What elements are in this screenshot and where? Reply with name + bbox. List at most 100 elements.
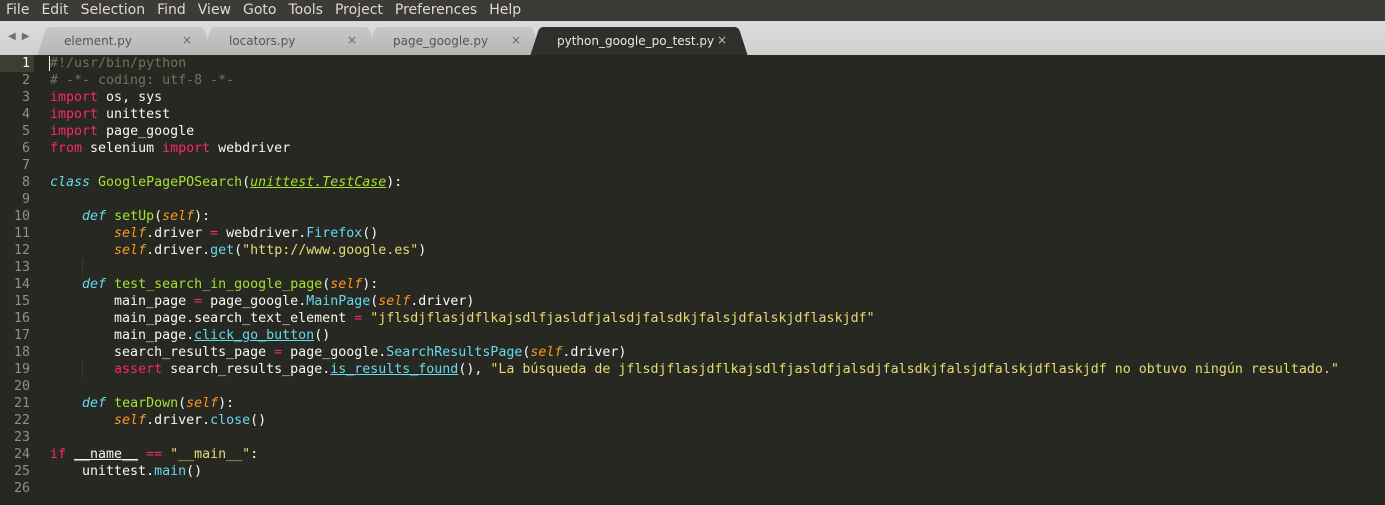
menu-item-tools[interactable]: Tools [282,0,329,21]
line-number: 21 [13,396,30,411]
code-line[interactable]: 23 [0,429,1385,446]
code-line[interactable]: 21 def tearDown(self): [0,395,1385,412]
code-text: assert search_results_page.is_results_fo… [50,361,1339,378]
code-token: .driver. [146,243,211,258]
code-line[interactable]: 8 class GooglePagePOSearch(unittest.TestC… [0,174,1385,191]
code-line[interactable]: 26 [0,480,1385,497]
arrow-right-icon[interactable]: ▶ [22,31,32,42]
code-line[interactable]: 3 import os, sys [0,89,1385,106]
code-line[interactable]: 20 [0,378,1385,395]
code-line[interactable]: 14 def test_search_in_google_page(self): [0,276,1385,293]
code-text: self.driver = webdriver.Firefox() [50,225,378,242]
code-line[interactable]: 9 [0,191,1385,208]
line-number: 20 [13,379,30,394]
code-line[interactable]: 11 self.driver = webdriver.Firefox() [0,225,1385,242]
tab-element-py[interactable]: element.py × [50,27,200,55]
line-number: 12 [13,243,30,258]
arrow-left-icon[interactable]: ◀ [8,31,18,42]
code-token: "jflsdjflasjdflkajsdlfjasldfjalsdjfalsdk… [370,311,875,326]
menu-item-edit[interactable]: Edit [35,0,74,21]
menu-item-selection[interactable]: Selection [75,0,152,21]
code-token: is_results_found [330,362,459,377]
line-number: 6 [21,141,30,156]
code-line[interactable]: 13 [0,259,1385,276]
line-number: 16 [13,311,30,326]
tab-label: locators.py [229,34,296,48]
code-line[interactable]: 7 [0,157,1385,174]
code-text: main_page = page_google.MainPage(self.dr… [50,293,474,310]
code-text: import os, sys [50,89,162,106]
tab-nav-arrows[interactable]: ◀ ▶ [8,31,31,42]
code-token: self [186,396,219,411]
code-token: main_page [50,294,195,309]
code-line[interactable]: 25 unittest.main() [0,463,1385,480]
code-token: page_google. [282,345,387,360]
code-line[interactable]: 6 from selenium import webdriver [0,140,1385,157]
code-token: (), [458,362,491,377]
line-number: 25 [13,464,30,479]
code-line[interactable]: 2 # -*- coding: utf-8 -*- [0,72,1385,89]
code-line[interactable]: 15 main_page = page_google.MainPage(self… [0,293,1385,310]
code-text: #!/usr/bin/python [50,55,186,72]
code-text: main_page.search_text_element = "jflsdjf… [50,310,875,327]
code-line[interactable]: 1 #!/usr/bin/python [0,55,1385,72]
code-token: ( [178,396,187,411]
tab-locators-py[interactable]: locators.py × [215,27,365,55]
close-icon[interactable]: × [347,33,357,47]
code-line[interactable]: 24 if __name__ == "__main__": [0,446,1385,463]
code-editor[interactable]: 1 #!/usr/bin/python 2 # -*- coding: utf-8 -… [0,55,1385,505]
code-line[interactable]: 12 self.driver.get("http://www.google.es… [0,242,1385,259]
code-token: = [274,345,283,360]
line-number: 10 [13,209,30,224]
code-line[interactable]: 4 import unittest [0,106,1385,123]
code-token: click_go_button [194,328,315,343]
code-line[interactable]: 18 search_results_page = page_google.Sea… [0,344,1385,361]
code-line[interactable]: 16 main_page.search_text_element = "jfls… [0,310,1385,327]
line-number: 22 [13,413,30,428]
code-token: ( [234,243,243,258]
close-icon[interactable]: × [717,33,727,47]
code-token: self [114,226,147,241]
code-token: "La búsqueda de jflsdjflasjdflkajsdlfjas… [490,362,1339,377]
code-line[interactable]: 10 def setUp(self): [0,208,1385,225]
menu-item-preferences[interactable]: Preferences [389,0,483,21]
menu-item-file[interactable]: File [0,0,35,21]
menu-item-help[interactable]: Help [483,0,527,21]
code-token: ( [242,175,251,190]
line-number: 8 [21,175,30,190]
code-token: from [50,141,83,156]
tab-label: python_google_po_test.py [557,34,715,48]
code-line[interactable]: 22 self.driver.close() [0,412,1385,429]
code-token: main [154,464,187,479]
line-number: 5 [21,124,30,139]
menu-item-find[interactable]: Find [151,0,192,21]
code-line[interactable]: 19 assert search_results_page.is_results… [0,361,1385,378]
code-text: def test_search_in_google_page(self): [50,276,378,293]
tab-python-google-po-test-py[interactable]: python_google_po_test.py × [543,27,735,55]
line-number: 18 [13,345,30,360]
code-token: def [82,396,107,411]
menu-item-view[interactable]: View [192,0,237,21]
code-token: .driver) [562,345,627,360]
code-token: # -*- coding: utf-8 -*- [50,73,235,88]
menu-item-project[interactable]: Project [329,0,389,21]
code-text: unittest.main() [50,463,202,480]
code-line[interactable]: 17 main_page.click_go_button() [0,327,1385,344]
code-token: webdriver [210,141,291,156]
code-text: # -*- coding: utf-8 -*- [50,72,234,89]
code-text: self.driver.close() [50,412,266,429]
code-line[interactable]: 5 import page_google [0,123,1385,140]
code-text: import page_google [50,123,194,140]
menu-item-goto[interactable]: Goto [237,0,282,21]
code-token: .driver) [410,294,475,309]
code-token: MainPage [306,294,371,309]
code-text: import unittest [50,106,170,123]
close-icon[interactable]: × [182,33,192,47]
close-icon[interactable]: × [511,33,521,47]
line-number: 7 [21,158,30,173]
line-number: 26 [13,481,30,496]
code-token: if [50,447,67,462]
tab-page-google-py[interactable]: page_google.py × [379,27,529,55]
